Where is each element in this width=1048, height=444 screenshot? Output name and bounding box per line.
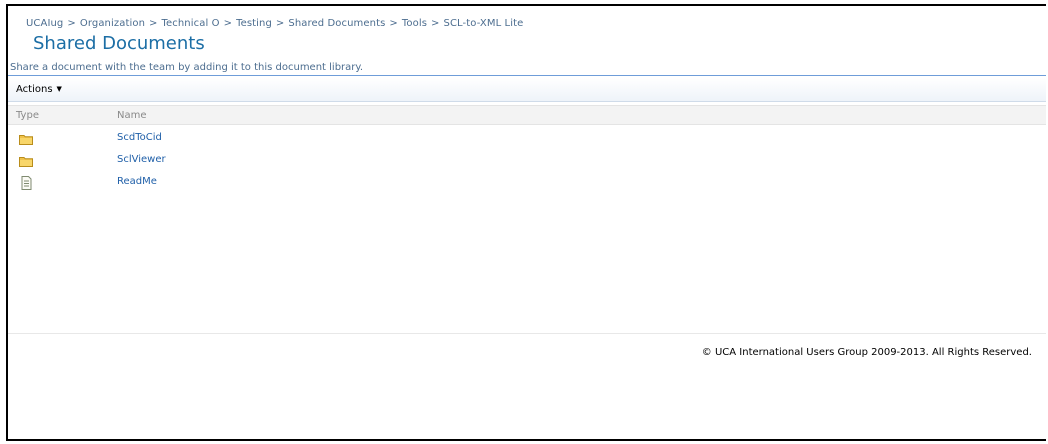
table-row[interactable]: ReadMe: [8, 171, 1046, 193]
folder-icon: [19, 131, 33, 145]
table-header: Type Name: [8, 105, 1046, 125]
breadcrumb-item-current: SCL-to-XML Lite: [443, 18, 524, 29]
breadcrumb-item-tools[interactable]: Tools: [402, 18, 427, 29]
row-name-link[interactable]: ScdToCid: [117, 132, 162, 143]
list-toolbar: Actions ▼: [8, 78, 1046, 102]
breadcrumb-separator: >: [223, 18, 233, 29]
table-row[interactable]: SclViewer: [8, 149, 1046, 171]
breadcrumb-separator: >: [149, 18, 158, 29]
breadcrumb-separator: >: [67, 18, 76, 29]
breadcrumb-separator: >: [275, 18, 285, 29]
breadcrumb-item-testing[interactable]: Testing: [236, 18, 272, 29]
chevron-down-icon: ▼: [56, 85, 62, 93]
actions-label: Actions: [16, 84, 53, 95]
row-name-link[interactable]: ReadMe: [117, 176, 157, 187]
column-header-name[interactable]: Name: [117, 110, 147, 121]
divider: [8, 75, 1046, 76]
actions-menu-button[interactable]: Actions ▼: [16, 84, 62, 95]
page-title: Shared Documents: [33, 33, 205, 54]
breadcrumb-separator: >: [431, 18, 440, 29]
breadcrumb: UCAIug > Organization > Technical O > Testing >…: [26, 18, 523, 29]
page-description: Share a document with the team by adding…: [10, 62, 364, 73]
row-name-link[interactable]: SclViewer: [117, 154, 166, 165]
breadcrumb-item-technical[interactable]: Technical O: [162, 18, 220, 29]
breadcrumb-separator: >: [389, 18, 398, 29]
breadcrumb-item-shared-documents[interactable]: Shared Documents: [288, 18, 385, 29]
breadcrumb-item-organization[interactable]: Organization: [80, 18, 145, 29]
column-header-type[interactable]: Type: [16, 110, 39, 121]
table-row[interactable]: ScdToCid: [8, 127, 1046, 149]
divider: [8, 333, 1046, 334]
text-document-icon: [19, 175, 33, 190]
breadcrumb-item-ucaiug[interactable]: UCAIug: [26, 18, 63, 29]
folder-icon: [19, 153, 33, 167]
footer-copyright: © UCA International Users Group 2009-201…: [701, 347, 1032, 358]
